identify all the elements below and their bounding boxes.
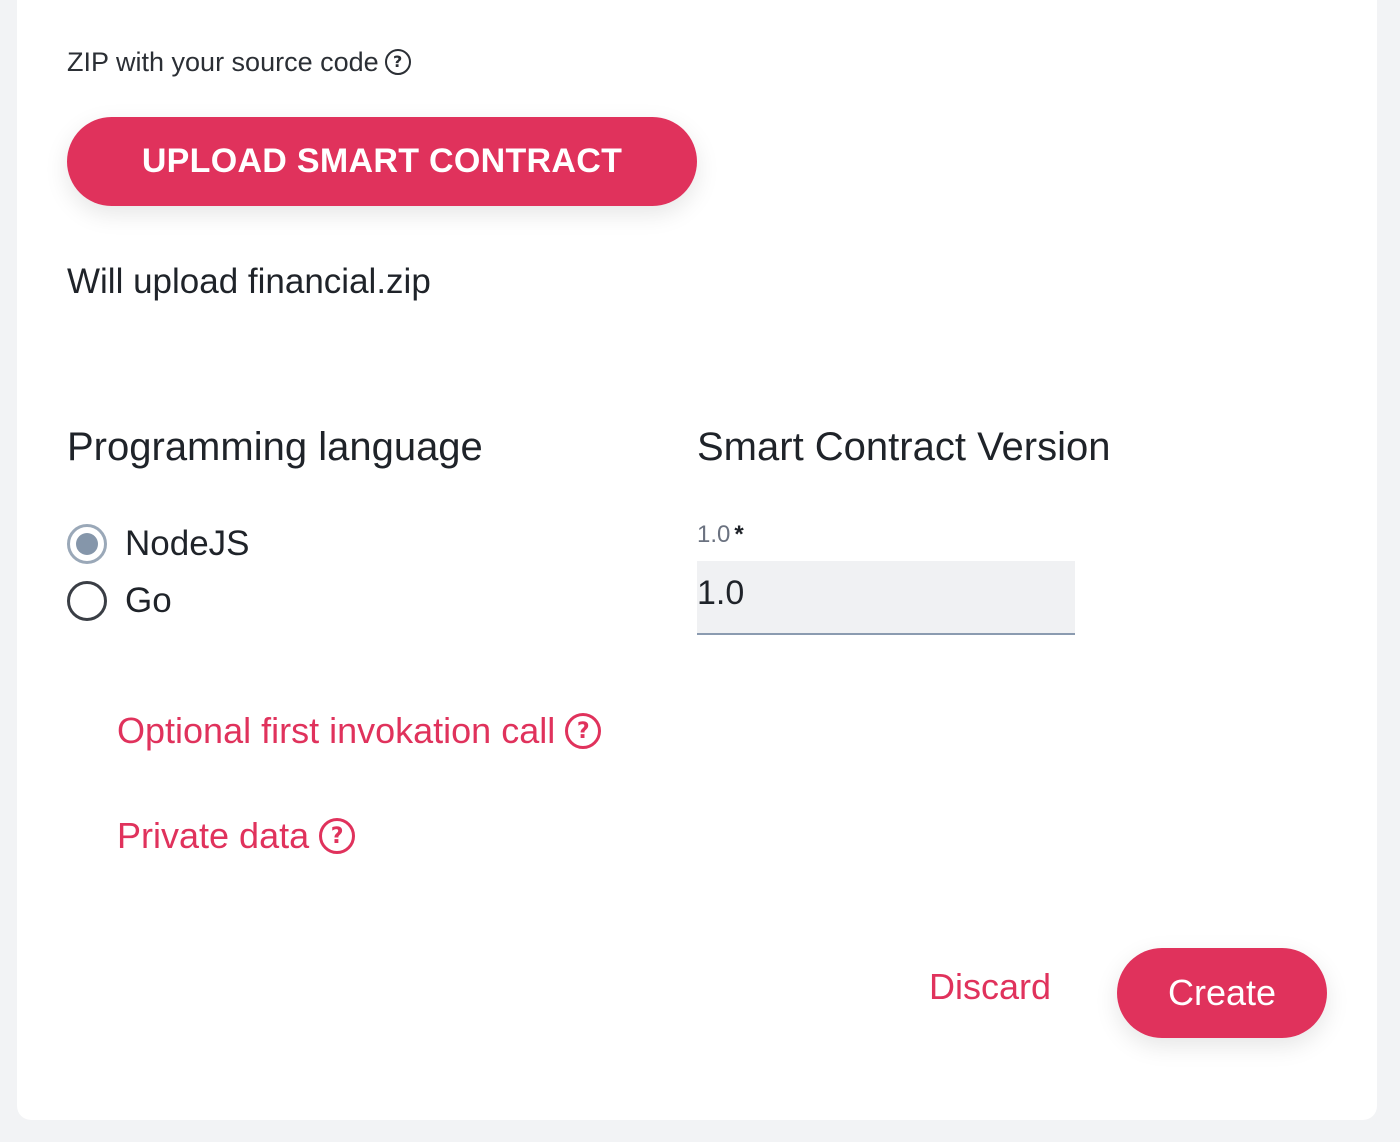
optional-invocation-link[interactable]: Optional first invokation call ? bbox=[117, 710, 602, 752]
required-mark: * bbox=[734, 521, 744, 548]
radio-unselected-icon[interactable] bbox=[67, 581, 107, 621]
create-button[interactable]: Create bbox=[1117, 948, 1327, 1038]
private-data-link[interactable]: Private data ? bbox=[117, 815, 356, 857]
optional-invocation-link-text: Optional first invokation call bbox=[117, 710, 556, 751]
discard-button[interactable]: Discard bbox=[929, 966, 1051, 1008]
radio-label-go: Go bbox=[125, 581, 172, 620]
version-input[interactable] bbox=[697, 561, 1075, 635]
zip-help-icon[interactable]: ? bbox=[384, 49, 411, 75]
private-data-help-icon[interactable]: ? bbox=[319, 818, 356, 854]
smart-contract-form-card: ZIP with your source code ? UPLOAD SMART… bbox=[17, 0, 1377, 1120]
zip-source-label-text: ZIP with your source code bbox=[67, 47, 379, 77]
programming-language-heading: Programming language bbox=[67, 425, 483, 469]
smart-contract-version-heading: Smart Contract Version bbox=[697, 425, 1111, 469]
upload-smart-contract-button[interactable]: UPLOAD SMART CONTRACT bbox=[67, 117, 697, 206]
radio-dot bbox=[76, 533, 98, 555]
radio-selected-icon[interactable] bbox=[67, 524, 107, 564]
version-field-label-text: 1.0 bbox=[697, 521, 731, 548]
radio-option-go[interactable]: Go bbox=[67, 581, 172, 621]
radio-option-nodejs[interactable]: NodeJS bbox=[67, 524, 250, 564]
private-data-link-text: Private data bbox=[117, 815, 310, 856]
version-field-label: 1.0 * bbox=[697, 520, 744, 550]
zip-source-label: ZIP with your source code ? bbox=[67, 44, 411, 80]
upload-status-text: Will upload financial.zip bbox=[67, 262, 431, 301]
invocation-help-icon[interactable]: ? bbox=[565, 713, 602, 749]
radio-label-nodejs: NodeJS bbox=[125, 524, 250, 563]
